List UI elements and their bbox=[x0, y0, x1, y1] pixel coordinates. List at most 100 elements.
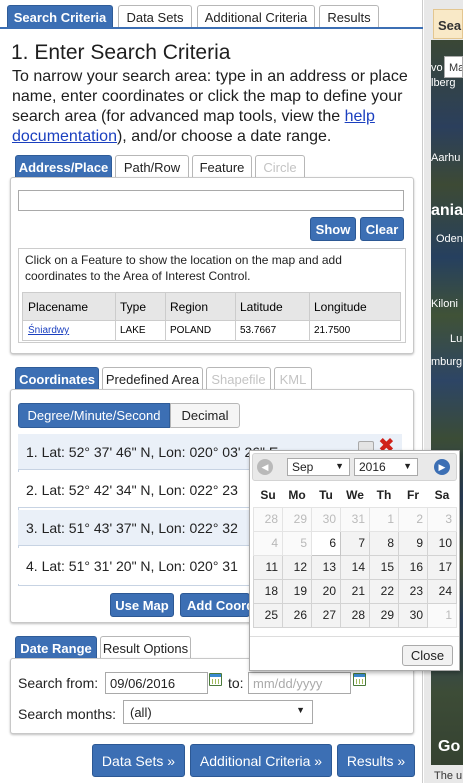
search-months-select[interactable]: (all) ▼ bbox=[123, 700, 313, 724]
day-cell[interactable]: 29 bbox=[369, 602, 399, 628]
tab-predefined-area[interactable]: Predefined Area bbox=[102, 367, 203, 390]
clear-button[interactable]: Clear bbox=[360, 217, 404, 241]
tab-address-place[interactable]: Address/Place bbox=[15, 155, 112, 178]
col-type: Type bbox=[115, 292, 166, 321]
tab-result-options[interactable]: Result Options bbox=[100, 636, 191, 659]
calendar-icon[interactable] bbox=[353, 673, 366, 686]
day-cell[interactable]: 10 bbox=[427, 530, 457, 556]
day-cell[interactable]: 24 bbox=[427, 578, 457, 604]
day-cell[interactable]: 16 bbox=[398, 554, 428, 580]
results-button[interactable]: Results » bbox=[337, 744, 415, 777]
calendar-icon[interactable] bbox=[209, 673, 222, 686]
day-cell[interactable]: 17 bbox=[427, 554, 457, 580]
datepicker-close-button[interactable]: Close bbox=[402, 645, 453, 666]
show-button[interactable]: Show bbox=[310, 217, 356, 241]
tab-feature[interactable]: Feature bbox=[192, 155, 252, 178]
weekday-label: Tu bbox=[319, 487, 333, 502]
day-cell[interactable]: 11 bbox=[253, 554, 283, 580]
map-search-tab[interactable]: Sea bbox=[433, 9, 463, 39]
day-cell[interactable]: 20 bbox=[311, 578, 341, 604]
day-cell: 4 bbox=[253, 530, 283, 556]
placename-link[interactable]: Śniardwy bbox=[28, 325, 69, 336]
search-to-input[interactable] bbox=[248, 672, 351, 694]
weekday-label: We bbox=[346, 487, 364, 502]
day-cell[interactable]: 27 bbox=[311, 602, 341, 628]
tab-circle: Circle bbox=[255, 155, 305, 178]
day-cell[interactable]: 22 bbox=[369, 578, 399, 604]
coordinate-text: 4. Lat: 51° 31' 20" N, Lon: 020° 31 bbox=[26, 558, 238, 574]
day-cell: 1 bbox=[427, 602, 457, 628]
search-months-label: Search months: bbox=[18, 706, 117, 722]
map-label: Aarhu bbox=[431, 152, 461, 164]
tab-data-sets[interactable]: Data Sets bbox=[118, 5, 192, 28]
address-input[interactable] bbox=[18, 190, 404, 211]
prev-month-icon[interactable]: ◀ bbox=[257, 459, 273, 475]
weekday-label: Mo bbox=[288, 487, 306, 502]
table-row[interactable]: Śniardwy LAKE POLAND 53.7667 21.7500 bbox=[22, 320, 401, 341]
day-cell[interactable]: 26 bbox=[282, 602, 312, 628]
tab-additional-criteria[interactable]: Additional Criteria bbox=[197, 5, 315, 28]
day-cell[interactable]: 18 bbox=[253, 578, 283, 604]
page-title: 1. Enter Search Criteria bbox=[11, 41, 231, 64]
search-from-input[interactable] bbox=[105, 672, 208, 694]
next-month-icon[interactable]: ▶ bbox=[434, 459, 450, 475]
day-cell[interactable]: 9 bbox=[398, 530, 428, 556]
intro-text-after: ), and/or choose a date range. bbox=[116, 128, 332, 145]
data-sets-button[interactable]: Data Sets » bbox=[92, 744, 185, 777]
day-cell[interactable]: 19 bbox=[282, 578, 312, 604]
year-select[interactable]: 2016 ▼ bbox=[354, 458, 418, 476]
tab-path-row[interactable]: Path/Row bbox=[115, 155, 189, 178]
col-latitude: Latitude bbox=[235, 292, 310, 321]
weekday-label: Sa bbox=[434, 487, 450, 502]
day-cell: 3 bbox=[427, 506, 457, 532]
day-cell[interactable]: 13 bbox=[311, 554, 341, 580]
cell-type: LAKE bbox=[115, 320, 166, 341]
to-label: to: bbox=[228, 675, 244, 691]
map-search-tab-label: Sea bbox=[438, 18, 462, 33]
search-from-label: Search from: bbox=[18, 675, 99, 691]
day-cell[interactable]: 7 bbox=[340, 530, 370, 556]
month-value: Sep bbox=[292, 460, 314, 474]
add-coordinate-button[interactable]: Add Coord bbox=[180, 593, 250, 617]
feature-hint: Click on a Feature to show the location … bbox=[25, 253, 342, 283]
additional-criteria-button[interactable]: Additional Criteria » bbox=[190, 744, 332, 777]
day-cell[interactable]: 15 bbox=[369, 554, 399, 580]
day-cell-selected[interactable]: 6 bbox=[311, 530, 341, 556]
map-search-input-text: Ma bbox=[449, 62, 463, 74]
datepicker: ◀ Sep ▼ 2016 ▼ ▶ Su Mo Tu We Th Fr Sa 28… bbox=[249, 450, 460, 671]
day-cell[interactable]: 28 bbox=[340, 602, 370, 628]
tab-search-criteria[interactable]: Search Criteria bbox=[7, 5, 113, 28]
use-map-button[interactable]: Use Map bbox=[110, 593, 174, 617]
month-select[interactable]: Sep ▼ bbox=[287, 458, 350, 476]
col-longitude: Longitude bbox=[309, 292, 401, 321]
day-cell[interactable]: 25 bbox=[253, 602, 283, 628]
datepicker-divider bbox=[250, 636, 459, 637]
weekday-label: Su bbox=[260, 487, 276, 502]
feature-table-header: Placename Type Region Latitude Longitude bbox=[22, 292, 401, 321]
map-label: Kiloni bbox=[431, 298, 458, 310]
day-cell[interactable]: 23 bbox=[398, 578, 428, 604]
chevron-down-icon: ▼ bbox=[335, 461, 344, 471]
tab-underline bbox=[0, 27, 423, 29]
day-cell: 29 bbox=[282, 506, 312, 532]
day-cell: 1 bbox=[369, 506, 399, 532]
coordinate-text: 2. Lat: 52° 42' 34" N, Lon: 022° 23 bbox=[26, 481, 238, 498]
coordinate-text: 3. Lat: 51° 43' 37" N, Lon: 022° 32 bbox=[26, 519, 238, 536]
map-label: mburg bbox=[431, 356, 463, 368]
toggle-dms[interactable]: Degree/Minute/Second bbox=[18, 403, 170, 428]
map-search-input[interactable]: Ma bbox=[444, 56, 463, 78]
tab-coordinates[interactable]: Coordinates bbox=[15, 367, 99, 390]
feature-table: Placename Type Region Latitude Longitude… bbox=[22, 292, 401, 341]
map-label: Oden bbox=[436, 233, 463, 245]
day-cell[interactable]: 30 bbox=[398, 602, 428, 628]
cell-latitude: 53.7667 bbox=[235, 320, 310, 341]
map-label: lberg bbox=[431, 77, 456, 89]
day-cell[interactable]: 14 bbox=[340, 554, 370, 580]
toggle-decimal[interactable]: Decimal bbox=[170, 403, 240, 428]
day-cell[interactable]: 21 bbox=[340, 578, 370, 604]
cell-region: POLAND bbox=[165, 320, 236, 341]
tab-results[interactable]: Results bbox=[319, 5, 379, 28]
day-cell[interactable]: 8 bbox=[369, 530, 399, 556]
day-cell[interactable]: 12 bbox=[282, 554, 312, 580]
tab-date-range[interactable]: Date Range bbox=[15, 636, 97, 659]
